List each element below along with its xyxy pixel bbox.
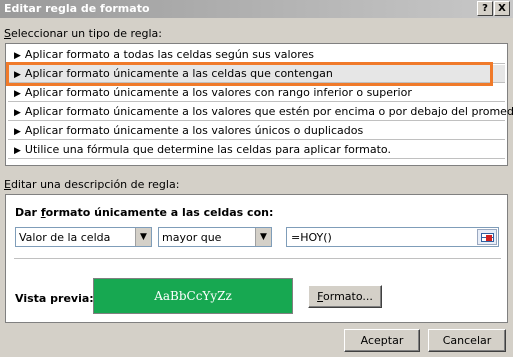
format-preview: AaBbCcYyZz: [93, 278, 293, 314]
chevron-down-icon[interactable]: ▼: [135, 228, 151, 246]
ok-button[interactable]: Aceptar: [344, 329, 420, 352]
preview-label: Vista previa:: [15, 292, 94, 305]
rule-type-item[interactable]: ▶ Aplicar formato únicamente a los valore…: [8, 122, 505, 140]
rule-type-item[interactable]: ▶ Aplicar formato únicamente a los valore…: [8, 103, 513, 121]
operator-select[interactable]: mayor que ▼: [158, 227, 272, 247]
arrow-right-icon: ▶: [14, 89, 21, 99]
help-button[interactable]: ?: [477, 1, 493, 16]
formula-input[interactable]: =HOY(): [286, 227, 499, 247]
arrow-right-icon: ▶: [14, 146, 21, 156]
arrow-right-icon: ▶: [14, 108, 21, 118]
rule-type-item[interactable]: ▶ Aplicar formato a todas las celdas segú…: [8, 46, 505, 64]
arrow-right-icon: ▶: [14, 70, 21, 80]
condition-field-select[interactable]: Valor de la celda ▼: [15, 227, 152, 247]
close-button[interactable]: X: [494, 1, 510, 16]
rule-description-label: Editar una descripción de regla:: [4, 178, 180, 191]
format-button[interactable]: Formato...: [308, 285, 382, 308]
rule-type-label: Seleccionar un tipo de regla:: [4, 27, 162, 40]
rule-type-list[interactable]: ▶ Aplicar formato a todas las celdas segú…: [5, 43, 513, 166]
rule-type-item-selected[interactable]: ▶ Aplicar formato únicamente a las celdas…: [8, 65, 505, 83]
description-heading: Dar formato únicamente a las celdas con:: [15, 206, 274, 219]
title-bar: Editar regla de formato ? X: [0, 0, 513, 18]
cancel-button[interactable]: Cancelar: [428, 329, 506, 352]
arrow-right-icon: ▶: [14, 127, 21, 137]
range-select-icon[interactable]: [477, 229, 497, 245]
rule-type-item[interactable]: ▶ Aplicar formato únicamente a los valore…: [8, 84, 505, 102]
window-title: Editar regla de formato: [4, 2, 150, 15]
chevron-down-icon[interactable]: ▼: [255, 228, 271, 246]
rule-description-panel: Dar formato únicamente a las celdas con:…: [5, 194, 508, 323]
arrow-right-icon: ▶: [14, 51, 21, 61]
divider: [14, 258, 501, 259]
rule-type-item[interactable]: ▶ Utilice una fórmula que determine las c…: [8, 141, 505, 159]
